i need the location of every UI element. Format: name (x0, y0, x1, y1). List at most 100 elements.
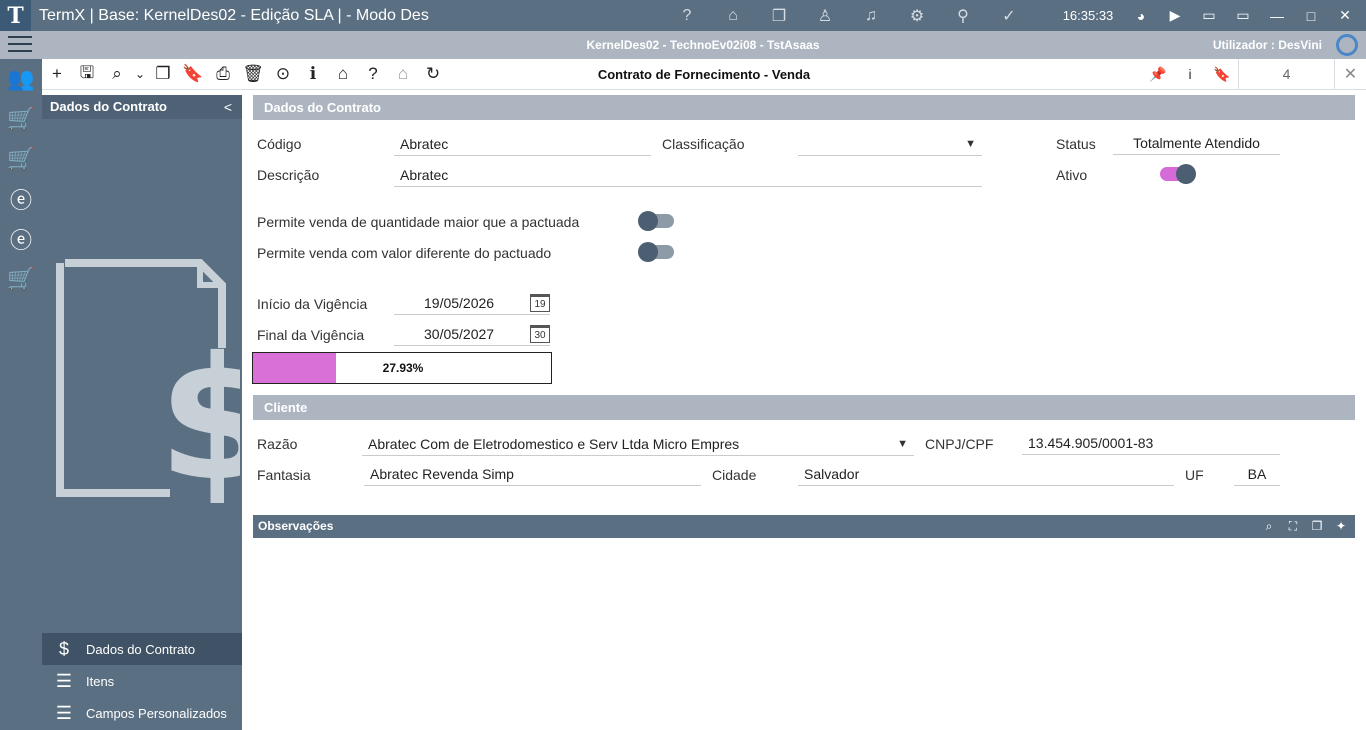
fantasia-label: Fantasia (257, 467, 311, 483)
monitor-icon[interactable]: ▭ (1226, 0, 1260, 31)
record-count: 4 (1238, 59, 1334, 89)
vigencia-progress-bar: 27.93% (252, 352, 552, 384)
progress-text: 27.93% (382, 361, 424, 375)
descricao-label: Descrição (257, 167, 320, 183)
side-panel-header: Dados do Contrato < (42, 95, 242, 119)
map-e2-icon[interactable]: ⓔ (0, 219, 42, 259)
main-content: Dados do Contrato Código Abratec Classif… (242, 90, 1366, 730)
cnpj-field[interactable]: 13.454.905/0001-83 (1022, 431, 1280, 455)
list-icon: ☰ (55, 702, 73, 723)
codigo-label: Código (257, 136, 302, 152)
nav-itens[interactable]: ☰ Itens (42, 665, 242, 697)
chat-icon[interactable]: ⚲ (940, 0, 986, 31)
chevron-down-icon: ▼ (965, 138, 976, 150)
final-label: Final da Vigência (257, 327, 365, 343)
toolbar: + 🖫 ⌕ ⌄ ❐ 🔖 ⎙ 🗑 ⊙ ℹ ⌂ ? ⌂ ↻ Contrato de … (42, 59, 1366, 90)
perm-qtd-toggle[interactable] (638, 211, 674, 231)
app-logo: T (0, 0, 31, 31)
info-small-icon[interactable]: i (1174, 59, 1206, 89)
inicio-date-field[interactable]: 19/05/2026 (394, 291, 550, 315)
contract-document-icon: $ (56, 259, 240, 503)
check-icon[interactable]: ✓ (986, 0, 1032, 31)
svg-text:$: $ (158, 321, 240, 503)
bank-icon[interactable]: ⌂ (710, 0, 756, 31)
uf-label: UF (1185, 467, 1204, 483)
camera-icon[interactable]: ▶ (1158, 0, 1192, 31)
nav-campos-personalizados[interactable]: ☰ Campos Personalizados (42, 697, 242, 729)
sparkle-icon[interactable]: ✦ (1329, 515, 1353, 538)
bell-icon[interactable]: ♫ (848, 0, 894, 31)
title-bar: T TermX | Base: KernelDes02 - Edição SLA… (0, 0, 1366, 31)
user-icon[interactable]: ♙ (802, 0, 848, 31)
razao-select[interactable]: Abratec Com de Eletrodomestico e Serv Lt… (362, 432, 914, 456)
user-label: Utilizador : (1212, 38, 1275, 52)
classificacao-select[interactable]: ▼ (798, 132, 982, 156)
nav-dados-contrato[interactable]: $ Dados do Contrato (42, 633, 242, 665)
bookmark-green-icon[interactable]: 🔖 (1206, 59, 1238, 89)
toggle-knob (638, 242, 658, 262)
section-header-contrato: Dados do Contrato (253, 95, 1355, 120)
cnpj-label: CNPJ/CPF (925, 436, 994, 452)
search-icon[interactable]: ⌕ (1257, 515, 1281, 538)
side-panel: Dados do Contrato < $ $ Dados do Contrat… (42, 95, 242, 730)
window-title: TermX | Base: KernelDes02 - Edição SLA |… (39, 6, 429, 24)
help-icon[interactable]: ? (664, 0, 710, 31)
section-header-cliente: Cliente (253, 395, 1355, 420)
close-button[interactable]: ✕ (1328, 0, 1362, 31)
window-controls: ◕ ▶ ▭ ▭ — □ ✕ (1124, 0, 1362, 31)
perm-qtd-label: Permite venda de quantidade maior que a … (257, 214, 580, 230)
nav-label: Campos Personalizados (86, 705, 227, 721)
user-name: DesVini (1278, 38, 1322, 52)
list-icon: ☰ (55, 670, 73, 691)
copy-icon[interactable]: ❐ (1305, 515, 1329, 538)
cidade-field[interactable]: Salvador (798, 462, 1174, 486)
people-icon[interactable]: 👥 (0, 59, 42, 99)
user-settings-icon[interactable] (1336, 34, 1358, 56)
final-date-field[interactable]: 30/05/2027 (394, 322, 550, 346)
ativo-toggle[interactable] (1160, 164, 1196, 184)
clock: 16:35:33 (1062, 8, 1114, 23)
cart-filter-icon[interactable]: 🛒 (0, 259, 42, 299)
pin-icon[interactable]: 📌 (1142, 59, 1174, 89)
inicio-label: Início da Vigência (257, 296, 368, 312)
info-bar: KernelDes02 - TechnoEv02i08 - TstAsaas U… (0, 31, 1366, 59)
status-label: Status (1056, 136, 1096, 152)
descricao-field[interactable]: Abratec (394, 163, 982, 187)
classificacao-label: Classificação (662, 136, 745, 152)
perm-valor-toggle[interactable] (638, 242, 674, 262)
module-bar: 👥 🛒 🛒 ⓔ ⓔ 🛒 (0, 59, 42, 730)
contract-icon: $ (58, 638, 69, 659)
cart-add-icon[interactable]: 🛒 (0, 139, 42, 179)
color-wheel-icon[interactable]: ◕ (1124, 0, 1158, 31)
context-label: KernelDes02 - TechnoEv02i08 - TstAsaas (586, 38, 820, 52)
calendar-icon[interactable]: 30 (530, 325, 550, 343)
expand-icon[interactable]: ⛶ (1281, 515, 1305, 538)
minimize-button[interactable]: — (1260, 0, 1294, 31)
razao-value: Abratec Com de Eletrodomestico e Serv Lt… (368, 436, 740, 452)
fantasia-field[interactable]: Abratec Revenda Simp (364, 462, 701, 486)
status-field: Totalmente Atendido (1113, 131, 1280, 155)
ativo-label: Ativo (1056, 167, 1088, 183)
nav-label: Dados do Contrato (86, 641, 196, 657)
razao-label: Razão (257, 436, 298, 452)
perm-valor-label: Permite venda com valor diferente do pac… (257, 245, 552, 261)
windows-icon[interactable]: ❐ (756, 0, 802, 31)
uf-field[interactable]: BA (1234, 462, 1280, 486)
codigo-field[interactable]: Abratec (394, 132, 651, 156)
observacoes-title: Observações (258, 519, 334, 533)
collapse-chevron-icon[interactable]: < (224, 95, 232, 119)
cidade-label: Cidade (712, 467, 757, 483)
side-panel-title: Dados do Contrato (50, 99, 167, 114)
calendar-icon[interactable]: 19 (530, 294, 550, 312)
nav-label: Itens (86, 673, 115, 689)
user-info: Utilizador : DesVini (1213, 38, 1322, 52)
maximize-button[interactable]: □ (1294, 0, 1328, 31)
map-e-icon[interactable]: ⓔ (0, 179, 42, 219)
close-tab-icon[interactable]: ✕ (1334, 59, 1366, 89)
cart-icon[interactable]: 🛒 (0, 99, 42, 139)
gear-icon[interactable]: ⚙ (894, 0, 940, 31)
chevron-down-icon: ▼ (897, 438, 908, 450)
small-window-icon[interactable]: ▭ (1192, 0, 1226, 31)
toggle-knob (1176, 164, 1196, 184)
toggle-knob (638, 211, 658, 231)
